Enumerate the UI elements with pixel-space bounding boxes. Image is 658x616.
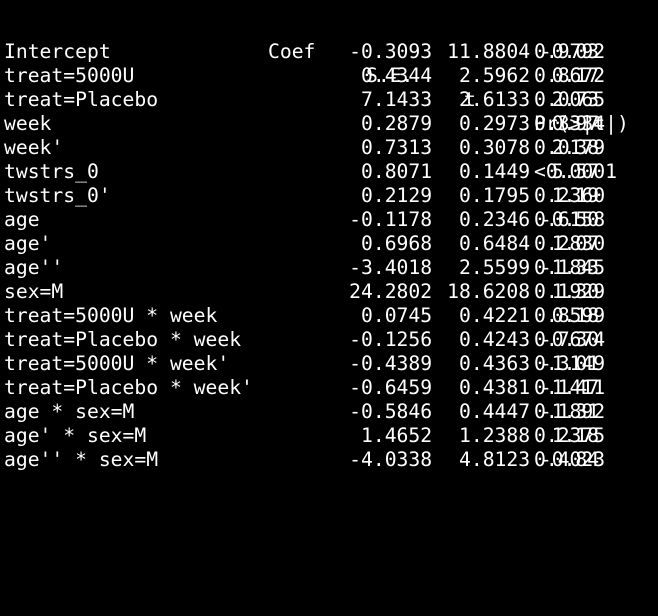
se-value: 0.2346 [459, 208, 531, 231]
coef-value: 0.0745 [361, 304, 433, 327]
term-name: week' [4, 136, 64, 159]
coef-value: 0.8071 [361, 160, 433, 183]
se-value: 0.4363 [459, 352, 531, 375]
p-value: 0.4023 [534, 448, 606, 471]
term-name: age * sex=M [4, 400, 135, 423]
term-name: treat=5000U * week [4, 304, 218, 327]
term-name: age'' * sex=M [4, 448, 159, 471]
coef-value: 0.2129 [361, 184, 433, 207]
se-value: 0.1449 [459, 160, 531, 183]
p-value: 0.0065 [534, 88, 606, 111]
table-row: age' 0.6968 0.6484 1.07 0.2830 [4, 232, 605, 256]
p-value: 0.3149 [534, 352, 606, 375]
coef-value: -0.3093 [349, 40, 433, 63]
term-name: age [4, 208, 40, 231]
term-name: treat=Placebo * week' [4, 376, 253, 399]
term-name: age'' [4, 256, 64, 279]
se-value: 2.6133 [459, 88, 531, 111]
p-value: 0.1892 [534, 400, 606, 423]
table-row: age'' -3.4018 2.5599 -1.33 0.1845 [4, 256, 605, 280]
coef-value: 1.4652 [361, 424, 433, 447]
term-name: treat=Placebo [4, 88, 159, 111]
term-name: twstrs_0 [4, 160, 99, 183]
table-row: treat=5000U * week' -0.4389 0.4363 -1.01… [4, 352, 605, 376]
table-row: Intercept -0.3093 11.8804 -0.03 0.9792 [4, 40, 605, 64]
table-row: treat=Placebo * week -0.1256 0.4243 -0.3… [4, 328, 605, 352]
se-value: 1.2388 [459, 424, 531, 447]
term-name: Intercept [4, 40, 111, 63]
p-value: 0.0179 [534, 136, 606, 159]
table-row: sex=M 24.2802 18.6208 1.30 0.1929 [4, 280, 605, 304]
header-coef: Coef [268, 40, 316, 63]
term-name: twstrs_0' [4, 184, 111, 207]
se-value: 18.6208 [447, 280, 531, 303]
se-value: 0.2973 [459, 112, 531, 135]
coef-value: 0.4344 [361, 64, 433, 87]
table-row: age'' * sex=M -4.0338 4.8123 -0.84 0.402… [4, 448, 605, 472]
se-value: 4.8123 [459, 448, 531, 471]
table-row: age' * sex=M 1.4652 1.2388 1.18 0.2375 [4, 424, 605, 448]
coef-value: -0.1178 [349, 208, 433, 231]
table-row: twstrs_0 0.8071 0.1449 5.57 <0.0001 [4, 160, 617, 184]
coefficient-table: Intercept -0.3093 11.8804 -0.03 0.9792 t… [4, 40, 617, 472]
console-output: Coef S.E. t Pr(>|t|) Intercept -0.3093 1… [0, 0, 658, 490]
p-value: 0.1929 [534, 280, 606, 303]
coef-value: 0.2879 [361, 112, 433, 135]
se-value: 11.8804 [447, 40, 531, 63]
p-value: 0.1411 [534, 376, 606, 399]
se-value: 0.4381 [459, 376, 531, 399]
coef-value: 0.6968 [361, 232, 433, 255]
se-value: 0.1795 [459, 184, 531, 207]
se-value: 2.5962 [459, 64, 531, 87]
p-value: 0.8672 [534, 64, 606, 87]
table-row: age -0.1178 0.2346 -0.50 0.6158 [4, 208, 605, 232]
table-row: week 0.2879 0.2973 0.97 0.3334 [4, 112, 605, 136]
term-name: treat=5000U * week' [4, 352, 230, 375]
se-value: 0.4447 [459, 400, 531, 423]
term-name: age' [4, 232, 52, 255]
table-row: treat=Placebo * week' -0.6459 0.4381 -1.… [4, 376, 605, 400]
p-value: 0.2360 [534, 184, 606, 207]
table-header: Coef S.E. t Pr(>|t|) [4, 16, 629, 135]
coef-value: 7.1433 [361, 88, 433, 111]
table-row: treat=5000U 0.4344 2.5962 0.17 0.8672 [4, 64, 605, 88]
table-row: age * sex=M -0.5846 0.4447 -1.31 0.1892 [4, 400, 605, 424]
table-row: treat=Placebo 7.1433 2.6133 2.73 0.0065 [4, 88, 605, 112]
p-value: 0.2830 [534, 232, 606, 255]
coef-value: -0.1256 [349, 328, 433, 351]
p-value: 0.1845 [534, 256, 606, 279]
coef-value: -0.6459 [349, 376, 433, 399]
p-value: 0.2375 [534, 424, 606, 447]
p-value: <0.0001 [534, 160, 617, 183]
se-value: 0.4221 [459, 304, 531, 327]
term-name: week [4, 112, 52, 135]
coef-value: -0.5846 [349, 400, 433, 423]
p-value: 0.7674 [534, 328, 606, 351]
se-value: 0.4243 [459, 328, 531, 351]
coef-value: -0.4389 [349, 352, 433, 375]
table-row: twstrs_0' 0.2129 0.1795 1.19 0.2360 [4, 184, 605, 208]
se-value: 0.6484 [459, 232, 531, 255]
table-row: treat=5000U * week 0.0745 0.4221 0.18 0.… [4, 304, 605, 328]
term-name: sex=M [4, 280, 64, 303]
p-value: 0.6158 [534, 208, 606, 231]
table-row: week' 0.7313 0.3078 2.38 0.0179 [4, 136, 605, 160]
term-name: age' * sex=M [4, 424, 147, 447]
se-value: 2.5599 [459, 256, 531, 279]
p-value: 0.3334 [534, 112, 606, 135]
coef-value: -3.4018 [349, 256, 433, 279]
term-name: treat=Placebo * week [4, 328, 242, 351]
coef-value: 24.2802 [349, 280, 433, 303]
p-value: 0.9792 [534, 40, 606, 63]
coef-value: -4.0338 [349, 448, 433, 471]
term-name: treat=5000U [4, 64, 135, 87]
p-value: 0.8599 [534, 304, 606, 327]
coef-value: 0.7313 [361, 136, 433, 159]
se-value: 0.3078 [459, 136, 531, 159]
